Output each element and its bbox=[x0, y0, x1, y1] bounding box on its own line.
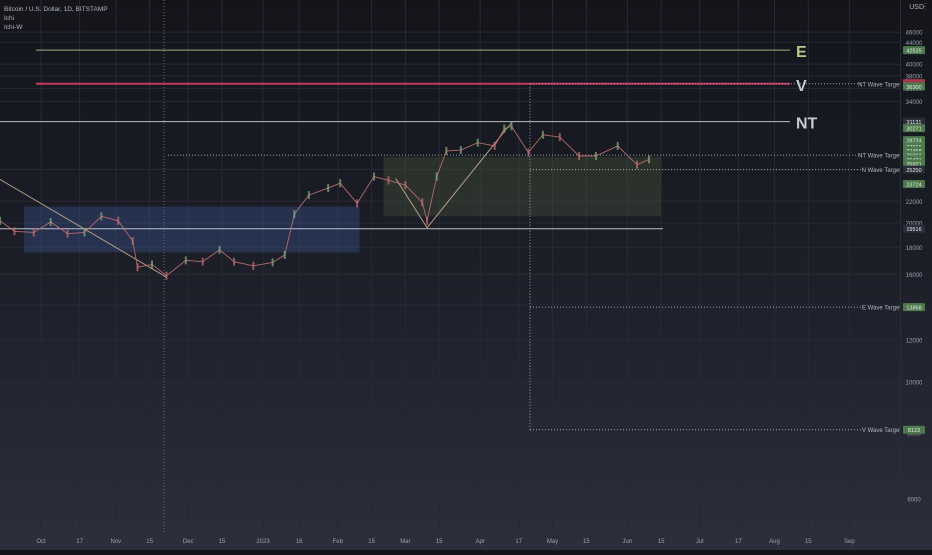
price-point bbox=[307, 191, 310, 200]
price-point bbox=[218, 245, 221, 254]
price-point bbox=[293, 210, 296, 219]
price-point bbox=[32, 228, 35, 237]
price-point bbox=[527, 148, 530, 157]
price-point bbox=[387, 176, 390, 185]
ichi-w-cloud-blue bbox=[24, 206, 360, 253]
price-point bbox=[66, 229, 69, 238]
price-point bbox=[271, 258, 274, 267]
target-label: N Wave Target bbox=[862, 168, 902, 174]
price-point bbox=[648, 155, 651, 164]
price-point bbox=[616, 141, 619, 150]
price-point bbox=[0, 216, 1, 225]
price-point bbox=[117, 216, 120, 225]
price-point bbox=[49, 217, 52, 226]
price-point bbox=[493, 141, 496, 150]
price-point bbox=[503, 124, 506, 133]
price-point bbox=[184, 256, 187, 265]
price-point bbox=[252, 261, 255, 270]
time-axis[interactable] bbox=[0, 532, 932, 551]
price-point bbox=[445, 146, 448, 155]
price-point bbox=[131, 236, 134, 245]
price-point bbox=[283, 251, 286, 260]
price-point bbox=[233, 257, 236, 266]
level-label-e: E bbox=[796, 44, 807, 61]
price-point bbox=[426, 216, 429, 225]
price-point bbox=[404, 181, 407, 190]
price-point bbox=[510, 122, 513, 131]
price-point bbox=[635, 160, 638, 169]
price-point bbox=[435, 172, 438, 181]
price-point bbox=[476, 138, 479, 147]
price-point bbox=[136, 263, 139, 272]
price-point bbox=[594, 151, 597, 160]
price-point bbox=[327, 184, 330, 193]
price-point bbox=[151, 260, 154, 269]
price-point bbox=[165, 271, 168, 280]
price-point bbox=[459, 146, 462, 155]
price-axis[interactable] bbox=[900, 0, 932, 532]
legend-indicator-ichi-w[interactable]: Ichi-W bbox=[4, 23, 108, 32]
price-point bbox=[541, 130, 544, 139]
price-point bbox=[421, 198, 424, 207]
price-point bbox=[100, 212, 103, 221]
price-point bbox=[578, 151, 581, 160]
price-point bbox=[372, 172, 375, 181]
ichi-cloud-olive bbox=[383, 156, 662, 217]
level-label-nt: NT bbox=[796, 116, 818, 133]
price-point bbox=[356, 199, 359, 208]
legend: Bitcoin / U.S. Dollar, 1D, BITSTAMP Ichi… bbox=[4, 5, 108, 32]
chart-area[interactable]: E V NT NT Wave Target NT Wave Target N Wave T… bbox=[0, 0, 932, 550]
legend-indicator-ichi[interactable]: Ichi bbox=[4, 14, 108, 23]
price-point bbox=[83, 228, 86, 237]
price-point bbox=[339, 179, 342, 188]
price-chart[interactable]: EV NT NT Wave Target NT Wave Target N Wave T… bbox=[0, 0, 932, 550]
legend-symbol[interactable]: Bitcoin / U.S. Dollar, 1D, BITSTAMP bbox=[4, 5, 108, 14]
target-label: E Wave Target bbox=[862, 306, 901, 312]
target-label: V Wave Target bbox=[862, 428, 901, 434]
level-label-v: V bbox=[796, 78, 807, 95]
target-label: NT Wave Target bbox=[858, 82, 901, 88]
price-point bbox=[558, 133, 561, 142]
price-point bbox=[13, 227, 16, 236]
target-label: NT Wave Target bbox=[858, 154, 901, 160]
price-point bbox=[201, 257, 204, 266]
